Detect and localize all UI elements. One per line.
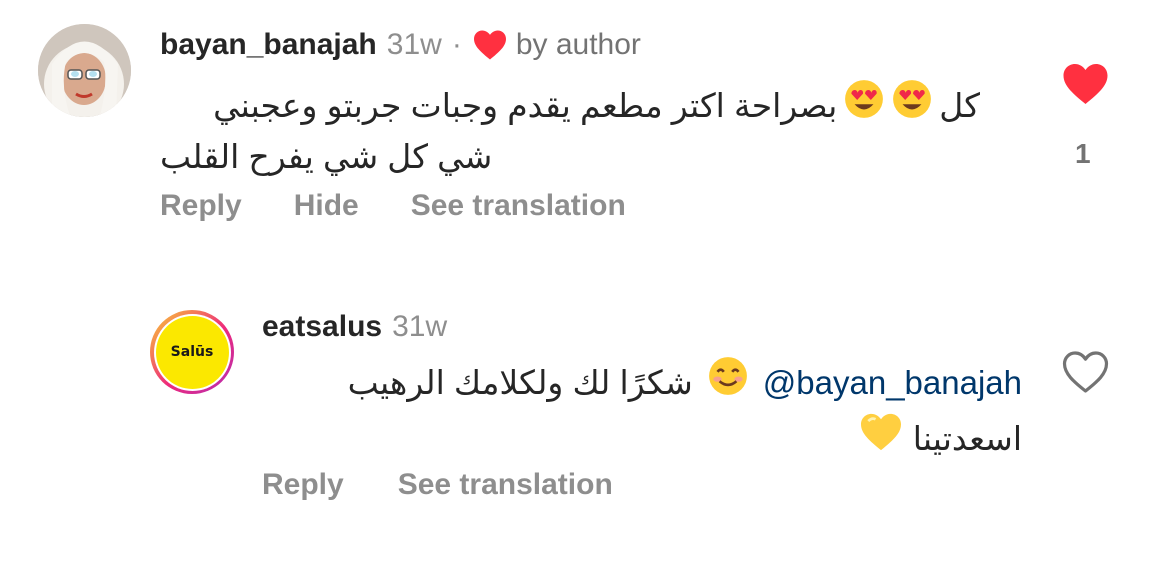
see-translation-button[interactable]: See translation [411,188,626,224]
comment-line-1: @bayan_banajah شكرًا لك ولكلامك الرهيب [262,355,1022,410]
brand-logo: Salūs [155,315,229,389]
heart-eyes-emoji [891,78,933,133]
smiling-face-emoji [707,355,749,410]
yellow-heart-emoji [859,412,903,465]
comment-line-2: اسعدتينا [262,412,1022,465]
comment-line-2-text: اسعدتينا [912,419,1022,457]
hide-button[interactable]: Hide [294,188,359,224]
comment-text: بصراحة اكتر مطعم يقدم وجبات جربتو وعجبني… [160,78,980,181]
comment-line-1-suffix: كل [939,86,980,124]
mention-link[interactable]: @bayan_banajah [763,359,1022,407]
like-button[interactable] [1061,350,1110,399]
avatar[interactable]: Salūs [150,310,234,394]
timestamp: 31w [386,28,442,61]
heart-icon [473,30,506,60]
comment-header: eatsalus 31w [262,309,447,345]
comment-header: bayan_banajah 31w · by author [160,27,641,63]
avatar-ring: Salūs [153,313,231,391]
like-count[interactable]: 1 [1075,138,1091,170]
see-translation-button[interactable]: See translation [398,467,613,503]
timestamp: 31w [392,310,448,343]
comment-line-1: بصراحة اكتر مطعم يقدم وجبات جربتو وعجبني… [160,78,980,133]
avatar[interactable] [38,24,131,117]
comment-actions: Reply See translation [262,467,613,503]
avatar-photo [38,24,131,117]
like-button[interactable] [1061,62,1110,111]
heart-eyes-emoji [843,78,885,133]
reply-button[interactable]: Reply [160,188,242,224]
separator: · [451,28,462,61]
liked-by-author-badge: by author [472,27,641,63]
comment-line-1-text: شكرًا لك ولكلامك الرهيب [347,363,693,401]
badge-label: by author [515,28,641,61]
username[interactable]: bayan_banajah [160,27,377,63]
comment-actions: Reply Hide See translation [160,188,626,224]
comment-text: @bayan_banajah شكرًا لك ولكلامك الرهيب ا… [262,355,1022,465]
comment-line-1-text: بصراحة اكتر مطعم يقدم وجبات جربتو وعجبني [213,86,838,124]
heart-outline-icon [1062,351,1109,393]
username[interactable]: eatsalus [262,309,382,345]
comment-line-2-text: شي كل شي يفرح القلب [160,138,493,175]
reply-button[interactable]: Reply [262,467,344,503]
comment-line-2: شي كل شي يفرح القلب [160,133,492,181]
heart-filled-icon [1063,64,1108,104]
